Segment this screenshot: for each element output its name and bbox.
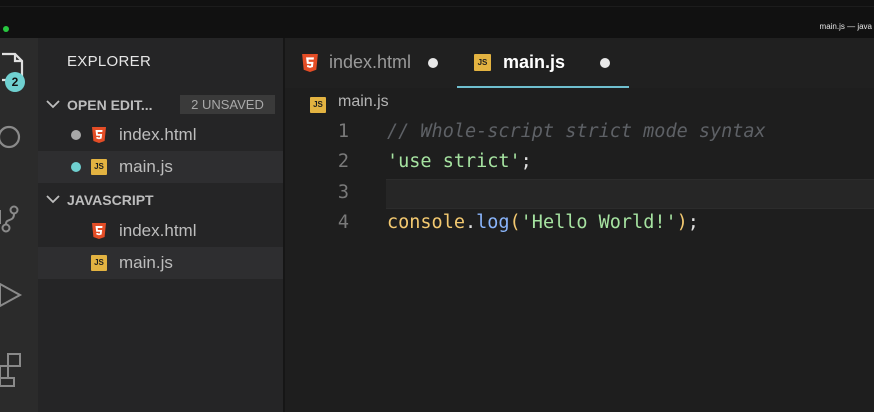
object-token: console [387,212,465,233]
dot-token: . [464,212,477,233]
line-number: 1 [337,121,349,142]
open-editors-label: OPEN EDIT... [67,97,153,113]
string-token: 'use strict' [387,151,521,172]
open-editor-item-index-html[interactable]: index.html [38,119,283,151]
line-content: 'use strict'; [387,151,532,172]
unsaved-dot[interactable] [428,58,438,68]
file-name: index.html [119,125,197,144]
unsaved-count-badge: 2 [5,72,25,92]
search-icon[interactable] [0,122,26,156]
line-number: 3 [337,182,349,203]
javascript-folder-section[interactable]: JAVASCRIPT [38,185,283,215]
javascript-icon: JS [91,159,107,175]
chevron-down-icon [46,192,60,211]
comment-token: // Whole-script strict mode syntax [387,121,766,142]
tab-label: main.js [503,52,566,72]
string-token: 'Hello World!' [520,212,677,233]
line-content: // Whole-script strict mode syntax [387,121,766,142]
current-line-highlight [386,179,874,209]
window-title: main.js — java [819,22,872,31]
folder-item-index-html[interactable]: index.html [38,215,283,247]
activity-bar: 2 [0,38,38,412]
line-number: 4 [337,212,349,233]
breadcrumb: JS main.js [285,88,874,118]
open-paren-token: ( [509,212,521,233]
extensions-icon[interactable] [0,352,26,387]
html5-icon [91,127,107,143]
modified-dot[interactable] [71,130,81,140]
javascript-icon: JS [474,54,491,71]
code-line[interactable]: 2 'use strict'; [285,148,874,178]
code-editor[interactable]: 1 // Whole-script strict mode syntax 2 '… [285,118,874,412]
title-bar-divider [0,6,874,7]
tab-main-js[interactable]: JS main.js [457,38,629,88]
tab-index-html[interactable]: index.html [285,38,455,88]
file-name: index.html [119,221,197,240]
explorer-title: EXPLORER [67,53,152,70]
code-line[interactable]: 4 console.log('Hello World!'); [285,209,874,239]
open-editor-item-main-js[interactable]: JS main.js [38,151,283,183]
run-debug-icon[interactable] [0,278,26,312]
javascript-icon: JS [310,97,326,113]
method-token: log [476,212,510,233]
semicolon-token: ; [520,151,532,172]
tab-label: index.html [329,52,412,72]
chevron-down-icon [46,97,60,116]
javascript-icon: JS [91,255,107,271]
explorer-sidebar: EXPLORER OPEN EDIT... 2 UNSAVED index.ht… [38,38,283,412]
file-name: main.js [119,253,173,272]
unsaved-dot[interactable] [600,58,610,68]
line-content: console.log('Hello World!'); [387,212,699,233]
folder-label: JAVASCRIPT [67,192,154,208]
file-name: main.js [119,157,173,176]
code-line[interactable]: 1 // Whole-script strict mode syntax [285,118,874,148]
unsaved-badge: 2 UNSAVED [180,95,275,114]
window-maximize-dot[interactable] [3,26,9,32]
html5-icon [301,54,319,72]
source-control-icon[interactable] [0,202,26,236]
close-paren-token: ) [676,212,688,233]
editor-tab-bar: index.html JS main.js [285,38,874,88]
modified-dot[interactable] [71,162,81,172]
breadcrumb-file[interactable]: main.js [338,93,389,111]
semicolon-token: ; [687,212,699,233]
html5-icon [91,223,107,239]
current-code-line[interactable]: 3 [285,179,874,209]
line-number: 2 [337,151,349,172]
title-bar: main.js — java [0,0,874,38]
open-editors-section[interactable]: OPEN EDIT... 2 UNSAVED [38,90,283,120]
folder-item-main-js[interactable]: JS main.js [38,247,283,279]
